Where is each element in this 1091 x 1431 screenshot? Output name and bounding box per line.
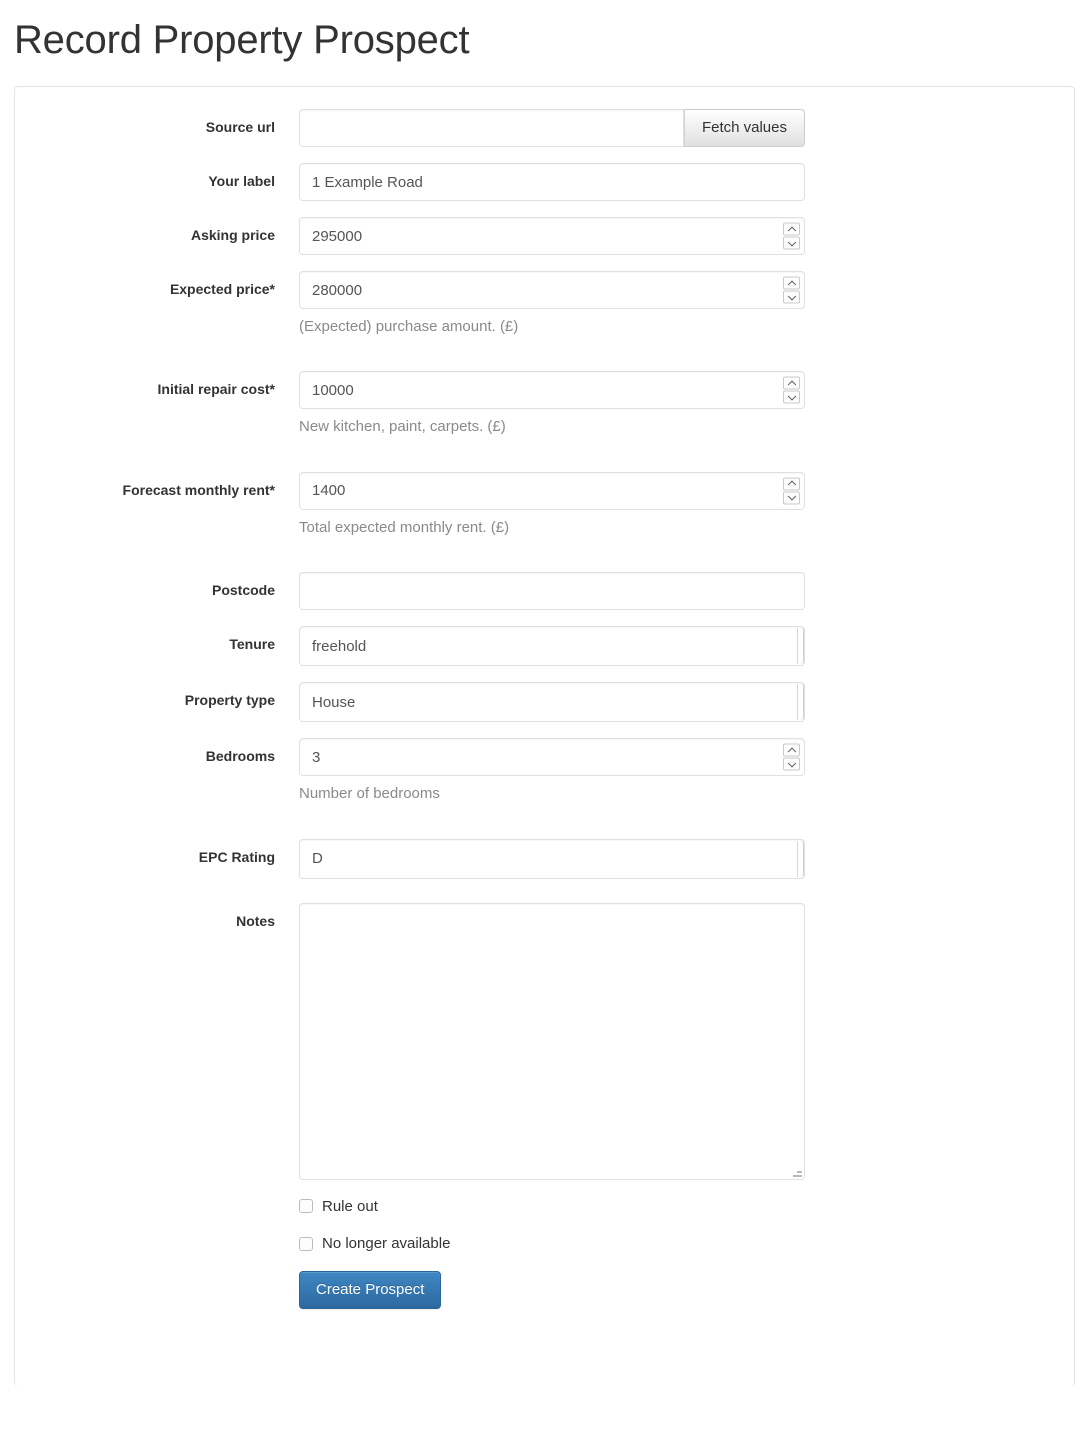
your-label-input[interactable] xyxy=(299,163,805,201)
form-row-tenure: Tenure xyxy=(15,626,1074,667)
label-tenure: Tenure xyxy=(229,636,275,653)
label-cell-tenure: Tenure xyxy=(15,626,275,655)
field-cell-postcode xyxy=(299,572,805,611)
spinner-up-icon[interactable] xyxy=(783,376,800,390)
label-cell-asking-price: Asking price xyxy=(15,217,275,246)
field-cell-source-url: Fetch values xyxy=(299,109,805,147)
forecast-monthly-rent-input[interactable] xyxy=(299,471,805,510)
form-row-bedrooms: Bedrooms Number of bedrooms xyxy=(15,738,1074,804)
bedrooms-spinner[interactable] xyxy=(783,743,800,771)
bedrooms-input[interactable] xyxy=(299,738,805,777)
label-source-url: Source url xyxy=(205,119,275,135)
tenure-dropdown-icon[interactable] xyxy=(797,628,804,665)
form-row-forecast-monthly-rent: Forecast monthly rent* Total expected mo… xyxy=(15,471,1074,538)
field-cell-forecast-monthly-rent: Total expected monthly rent. (£) xyxy=(299,471,805,538)
form-panel: Source url Fetch values Your label Askin… xyxy=(14,86,1075,1386)
initial-repair-cost-wrap xyxy=(299,371,805,410)
form-row-epc-rating: EPC Rating xyxy=(15,838,1074,879)
form-row-notes: Notes xyxy=(15,902,1074,1180)
label-initial-repair-cost: Initial repair cost* xyxy=(157,381,275,398)
create-prospect-button[interactable]: Create Prospect xyxy=(299,1270,442,1309)
label-notes: Notes xyxy=(236,912,275,929)
no-longer-available-label[interactable]: No longer available xyxy=(322,1233,450,1254)
source-url-input-group: Fetch values xyxy=(299,109,805,147)
asking-price-spinner[interactable] xyxy=(783,222,800,250)
field-cell-expected-price: (Expected) purchase amount. (£) xyxy=(299,271,805,337)
label-cell-epc-rating: EPC Rating xyxy=(15,839,275,868)
spinner-down-icon[interactable] xyxy=(783,757,800,771)
forecast-monthly-rent-spinner[interactable] xyxy=(783,477,800,505)
spinner-down-icon[interactable] xyxy=(783,491,800,505)
form-row-expected-price: Expected price* (Expected) purchase amou… xyxy=(15,271,1074,337)
spinner-up-icon[interactable] xyxy=(783,743,800,757)
label-your-label: Your label xyxy=(208,173,275,189)
epc-rating-dropdown-icon[interactable] xyxy=(797,840,804,877)
label-cell-source-url: Source url xyxy=(15,109,275,138)
field-cell-tenure xyxy=(299,626,805,667)
help-initial-repair-cost: New kitchen, paint, carpets. (£) xyxy=(299,418,506,436)
label-cell-initial-repair-cost: Initial repair cost* xyxy=(15,371,275,400)
spinner-down-icon[interactable] xyxy=(783,236,800,250)
help-bedrooms: Number of bedrooms xyxy=(299,785,440,803)
rule-out-label[interactable]: Rule out xyxy=(322,1196,378,1217)
record-property-prospect-form: Source url Fetch values Your label Askin… xyxy=(15,109,1074,1329)
tenure-input[interactable] xyxy=(299,626,805,667)
notes-textarea[interactable] xyxy=(299,902,805,1180)
rule-out-checkbox[interactable] xyxy=(299,1199,313,1214)
source-url-input[interactable] xyxy=(299,109,684,147)
form-row-your-label: Your label xyxy=(15,163,1074,201)
label-cell-your-label: Your label xyxy=(15,163,275,192)
spinner-up-icon[interactable] xyxy=(783,276,800,290)
field-cell-initial-repair-cost: New kitchen, paint, carpets. (£) xyxy=(299,371,805,437)
field-cell-asking-price xyxy=(299,217,805,255)
form-row-asking-price: Asking price xyxy=(15,217,1074,255)
help-forecast-monthly-rent: Total expected monthly rent. (£) xyxy=(299,518,510,536)
field-cell-property-type xyxy=(299,682,805,723)
field-cell-notes xyxy=(299,902,805,1180)
checkbox-row-no-longer-available: No longer available xyxy=(299,1233,1074,1254)
spinner-down-icon[interactable] xyxy=(783,290,800,304)
label-postcode: Postcode xyxy=(211,582,275,599)
spinner-down-icon[interactable] xyxy=(783,390,800,404)
expected-price-spinner[interactable] xyxy=(783,276,800,304)
field-cell-epc-rating xyxy=(299,838,805,879)
field-cell-bedrooms: Number of bedrooms xyxy=(299,738,805,804)
label-bedrooms: Bedrooms xyxy=(205,748,275,765)
forecast-monthly-rent-wrap xyxy=(299,471,805,510)
expected-price-input[interactable] xyxy=(299,271,805,309)
label-cell-property-type: Property type xyxy=(15,682,275,711)
label-epc-rating: EPC Rating xyxy=(198,848,275,865)
label-asking-price: Asking price xyxy=(190,227,275,243)
field-cell-your-label xyxy=(299,163,805,201)
label-expected-price: Expected price* xyxy=(169,281,275,297)
submit-row: Create Prospect xyxy=(299,1270,1074,1329)
form-row-source-url: Source url Fetch values xyxy=(15,109,1074,147)
label-cell-forecast-monthly-rent: Forecast monthly rent* xyxy=(15,472,275,501)
expected-price-wrap xyxy=(299,271,805,309)
spinner-up-icon[interactable] xyxy=(783,222,800,236)
form-row-property-type: Property type xyxy=(15,682,1074,723)
initial-repair-cost-spinner[interactable] xyxy=(783,376,800,404)
bedrooms-wrap xyxy=(299,738,805,777)
asking-price-input[interactable] xyxy=(299,217,805,255)
property-type-input[interactable] xyxy=(299,682,805,723)
label-property-type: Property type xyxy=(184,692,275,709)
label-cell-notes: Notes xyxy=(15,903,275,932)
fetch-values-button[interactable]: Fetch values xyxy=(683,109,805,147)
form-row-postcode: Postcode xyxy=(15,572,1074,611)
spinner-up-icon[interactable] xyxy=(783,477,800,491)
label-cell-postcode: Postcode xyxy=(15,572,275,601)
label-cell-expected-price: Expected price* xyxy=(15,271,275,300)
label-forecast-monthly-rent: Forecast monthly rent* xyxy=(122,481,275,498)
epc-rating-input[interactable] xyxy=(299,838,805,879)
initial-repair-cost-input[interactable] xyxy=(299,371,805,410)
help-expected-price: (Expected) purchase amount. (£) xyxy=(299,318,519,335)
property-type-dropdown-icon[interactable] xyxy=(797,684,804,721)
checkbox-row-rule-out: Rule out xyxy=(299,1196,1074,1217)
page-title: Record Property Prospect xyxy=(14,18,470,62)
no-longer-available-checkbox[interactable] xyxy=(299,1236,313,1251)
label-cell-bedrooms: Bedrooms xyxy=(15,738,275,767)
form-row-initial-repair-cost: Initial repair cost* New kitchen, paint,… xyxy=(15,371,1074,437)
postcode-input[interactable] xyxy=(299,572,805,611)
